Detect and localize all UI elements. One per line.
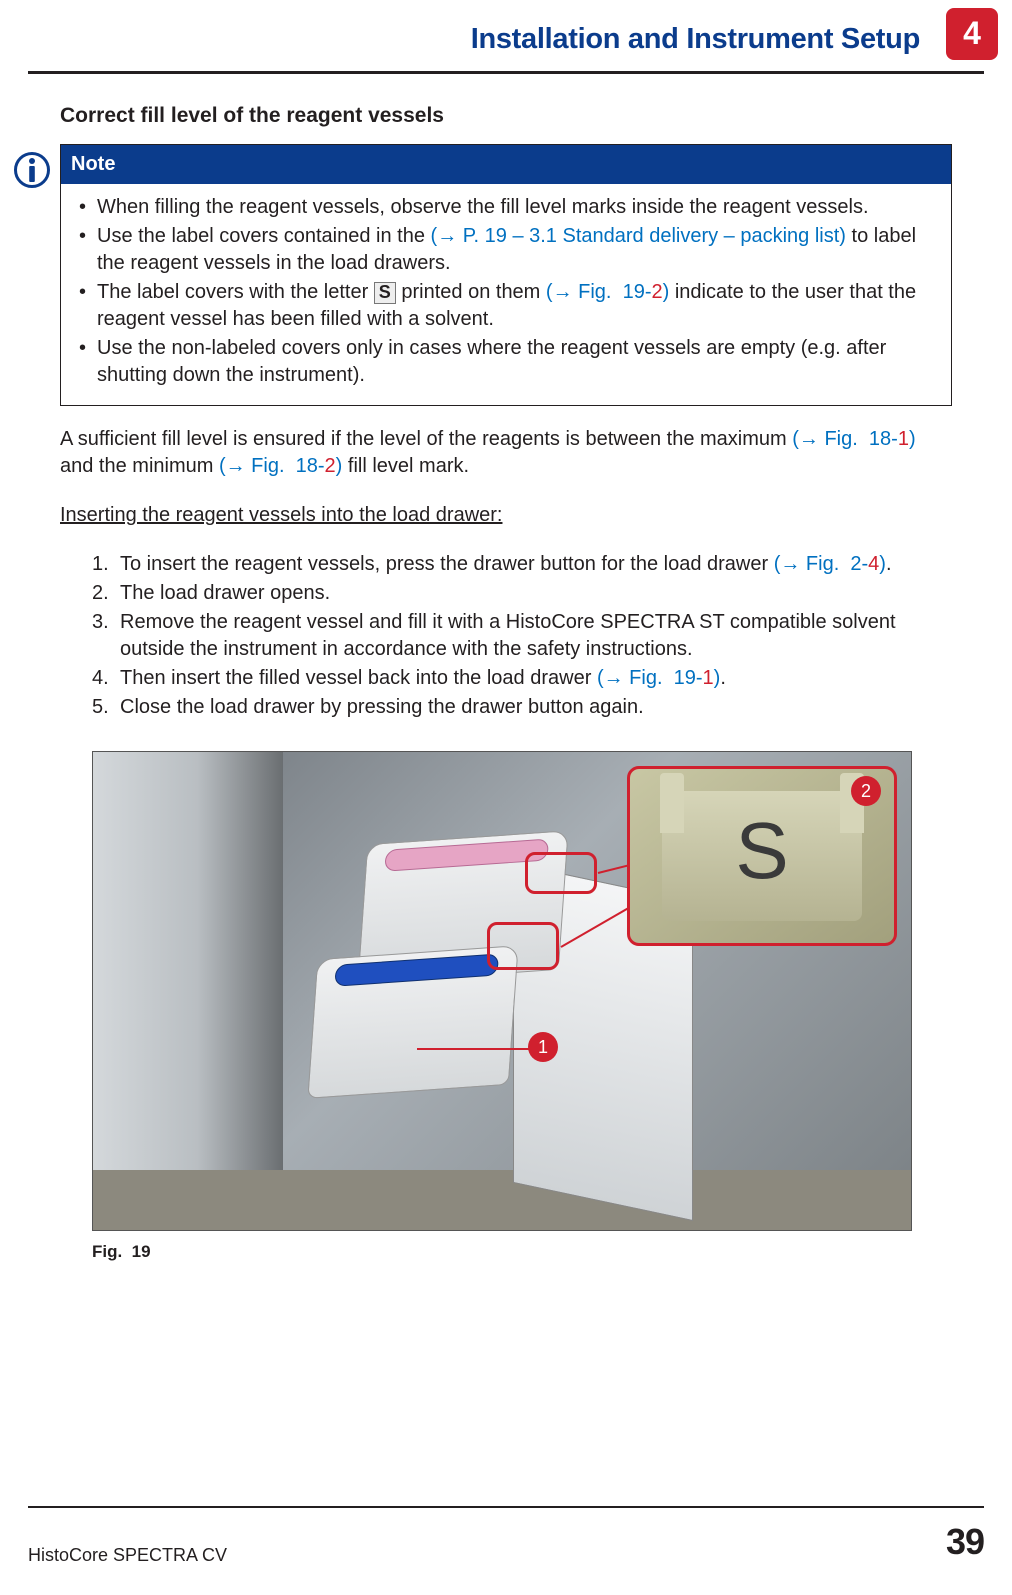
page-footer: HistoCore SPECTRA CV 39 [28, 1506, 984, 1567]
step-list: To insert the reagent vessels, press the… [60, 551, 952, 721]
figure-image: 1 S 2 [92, 751, 912, 1231]
text: A sufficient fill level is ensured if th… [60, 428, 792, 450]
text: . [720, 667, 726, 689]
text: Then insert the filled vessel back into … [120, 667, 597, 689]
note-header: Note [61, 145, 951, 184]
cross-ref-link[interactable]: (→ Fig. 2-4) [774, 553, 886, 575]
note-item: Use the non-labeled covers only in cases… [75, 335, 937, 389]
step-item: The load drawer opens. [92, 580, 952, 607]
figure-caption: Fig. 19 [92, 1241, 952, 1264]
instrument-side [93, 752, 283, 1230]
text: . [886, 553, 892, 575]
note-item: When filling the reagent vessels, observ… [75, 194, 937, 221]
chapter-number-tab: 4 [946, 8, 998, 60]
note-icon [14, 152, 50, 188]
subheading: Inserting the reagent vessels into the l… [60, 502, 952, 529]
reagent-vessel-front [307, 946, 518, 1100]
section-title: Correct fill level of the reagent vessel… [60, 102, 952, 130]
text: and the minimum [60, 455, 219, 477]
note-item: The label covers with the letter S print… [75, 279, 937, 333]
page-content: Correct fill level of the reagent vessel… [0, 74, 1012, 1264]
floor [93, 1170, 911, 1230]
note-block: Note When filling the reagent vessels, o… [60, 144, 952, 406]
cross-ref-link[interactable]: (→ Fig. 19-2) [546, 281, 669, 303]
text: Use the label covers contained in the [97, 225, 431, 247]
highlight-box [525, 852, 597, 894]
header-title: Installation and Instrument Setup [471, 20, 920, 59]
leader-line [417, 1048, 531, 1050]
cross-ref-link[interactable]: (→ P. 19 – 3.1 Standard delivery – packi… [431, 225, 846, 247]
step-item: Close the load drawer by pressing the dr… [92, 694, 952, 721]
note-box: Note When filling the reagent vessels, o… [60, 144, 952, 406]
inset-letter-s: S [735, 797, 788, 905]
figure-block: 1 S 2 Fig. 19 [92, 751, 952, 1264]
s-label-box: S [374, 282, 396, 304]
step-item: To insert the reagent vessels, press the… [92, 551, 952, 578]
text: printed on them [396, 281, 546, 303]
highlight-box [487, 922, 559, 970]
footer-product-name: HistoCore SPECTRA CV [28, 1543, 227, 1567]
vessel-handle-blue [334, 954, 499, 987]
text: fill level mark. [342, 455, 469, 477]
note-item: Use the label covers contained in the (→… [75, 223, 937, 277]
label-cover-clip: S [662, 791, 862, 921]
note-body: When filling the reagent vessels, observ… [61, 184, 951, 405]
text: To insert the reagent vessels, press the… [120, 553, 774, 575]
cross-ref-link[interactable]: (→ Fig. 19-1) [597, 667, 720, 689]
text: The label covers with the letter [97, 281, 374, 303]
cross-ref-link[interactable]: (→ Fig. 18-1) [792, 428, 915, 450]
step-item: Then insert the filled vessel back into … [92, 665, 952, 692]
paragraph: A sufficient fill level is ensured if th… [60, 426, 952, 480]
cross-ref-link[interactable]: (→ Fig. 18-2) [219, 455, 342, 477]
page-header: Installation and Instrument Setup 4 [28, 0, 984, 74]
footer-page-number: 39 [946, 1518, 984, 1567]
step-item: Remove the reagent vessel and fill it wi… [92, 609, 952, 663]
